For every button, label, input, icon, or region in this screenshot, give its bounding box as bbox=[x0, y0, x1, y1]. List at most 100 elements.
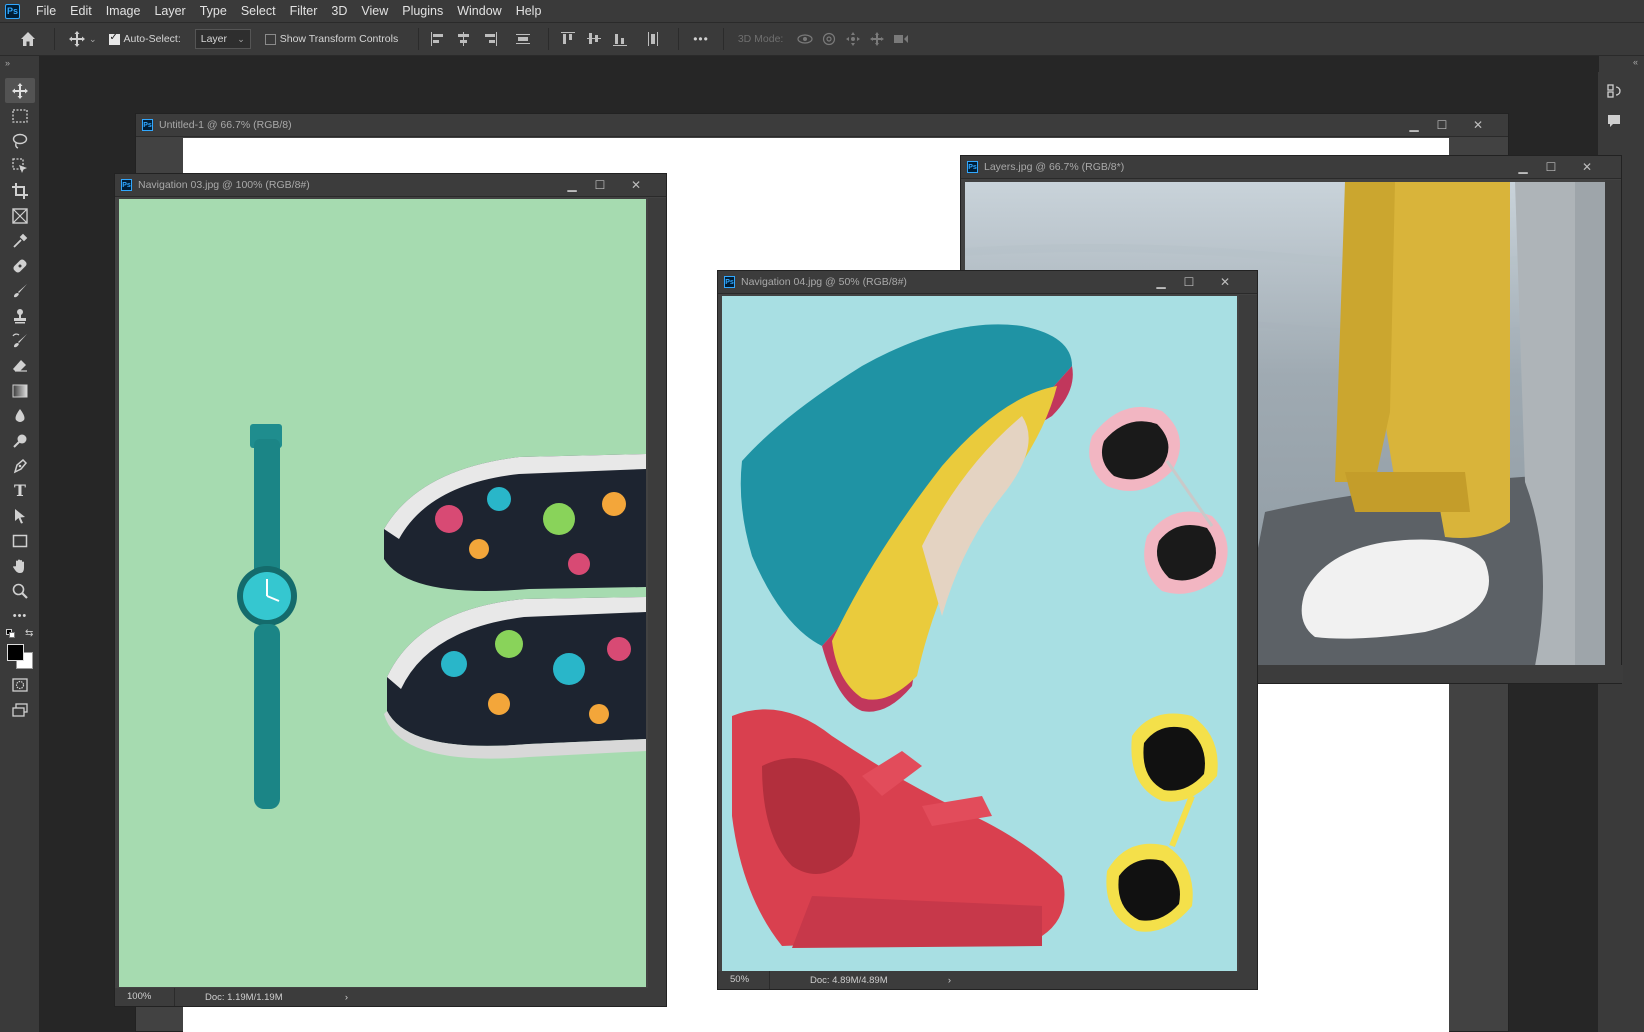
move-tool-icon[interactable] bbox=[67, 29, 87, 49]
close-window-icon[interactable]: ✕ bbox=[1203, 275, 1247, 289]
collapse-panels-icon[interactable]: « bbox=[1633, 57, 1638, 67]
hand-tool-icon[interactable] bbox=[5, 553, 35, 578]
auto-select-target-dropdown[interactable]: Layer ⌄ bbox=[194, 29, 251, 49]
foreground-color-swatch[interactable] bbox=[7, 644, 24, 661]
blur-tool-icon[interactable] bbox=[5, 403, 35, 428]
document-titlebar[interactable]: Ps Navigation 04.jpg @ 50% (RGB/8#) ▁ ☐ … bbox=[718, 271, 1257, 294]
status-menu-chevron-right-icon[interactable]: › bbox=[948, 975, 957, 986]
comments-panel-icon[interactable] bbox=[1603, 110, 1625, 132]
divider bbox=[678, 28, 680, 50]
vertical-scrollbar[interactable] bbox=[1239, 295, 1257, 971]
close-window-icon[interactable]: ✕ bbox=[1456, 118, 1500, 132]
menu-image[interactable]: Image bbox=[100, 4, 149, 18]
rectangle-tool-icon[interactable] bbox=[5, 528, 35, 553]
align-top-edges-icon[interactable] bbox=[560, 31, 576, 47]
tool-preset-chevron-down-icon[interactable]: ⌄ bbox=[89, 34, 97, 45]
history-panel-icon[interactable] bbox=[1603, 80, 1625, 102]
menu-help[interactable]: Help bbox=[510, 4, 550, 18]
crop-tool-icon[interactable] bbox=[5, 178, 35, 203]
move-tool-icon[interactable] bbox=[5, 78, 35, 103]
show-transform-controls-checkbox[interactable] bbox=[264, 33, 276, 45]
align-horizontal-centers-icon[interactable] bbox=[456, 31, 472, 47]
spot-healing-brush-tool-icon[interactable] bbox=[5, 253, 35, 278]
distribute-vertically-icon[interactable] bbox=[515, 31, 531, 47]
document-title: Untitled-1 @ 66.7% (RGB/8) bbox=[159, 119, 292, 131]
document-titlebar[interactable]: Ps Layers.jpg @ 66.7% (RGB/8*) ▁ ☐ ✕ bbox=[961, 156, 1621, 179]
more-options-icon[interactable]: ••• bbox=[693, 32, 709, 46]
close-window-icon[interactable]: ✕ bbox=[614, 178, 658, 192]
divider bbox=[548, 28, 550, 50]
navigation-04-image[interactable] bbox=[722, 296, 1237, 971]
maximize-window-icon[interactable]: ☐ bbox=[586, 178, 614, 192]
rectangular-marquee-tool-icon[interactable] bbox=[5, 103, 35, 128]
vertical-scrollbar[interactable] bbox=[1605, 180, 1621, 666]
pan-3d-camera-icon[interactable] bbox=[844, 30, 862, 48]
menu-type[interactable]: Type bbox=[194, 4, 235, 18]
default-colors-icon[interactable] bbox=[6, 629, 15, 638]
document-size-info: Doc: 4.89M/4.89M bbox=[810, 974, 888, 986]
show-transform-controls-toggle[interactable]: Show Transform Controls bbox=[264, 33, 398, 45]
vertical-scrollbar[interactable] bbox=[648, 198, 666, 988]
gradient-tool-icon[interactable] bbox=[5, 378, 35, 403]
lasso-tool-icon[interactable] bbox=[5, 128, 35, 153]
clone-stamp-tool-icon[interactable] bbox=[5, 303, 35, 328]
menu-3d[interactable]: 3D bbox=[325, 4, 355, 18]
menu-plugins[interactable]: Plugins bbox=[396, 4, 451, 18]
quick-mask-mode-icon[interactable] bbox=[5, 672, 35, 697]
swap-colors-icon[interactable]: ⇆ bbox=[25, 628, 33, 639]
maximize-window-icon[interactable]: ☐ bbox=[1428, 118, 1456, 132]
minimize-window-icon[interactable]: ▁ bbox=[558, 178, 586, 192]
auto-select-checkbox[interactable] bbox=[108, 32, 120, 45]
status-menu-chevron-right-icon[interactable]: › bbox=[345, 992, 354, 1003]
document-titlebar[interactable]: Ps Navigation 03.jpg @ 100% (RGB/8#) ▁ ☐… bbox=[115, 174, 666, 197]
menu-filter[interactable]: Filter bbox=[284, 4, 326, 18]
menu-select[interactable]: Select bbox=[235, 4, 284, 18]
eraser-tool-icon[interactable] bbox=[5, 353, 35, 378]
distribute-horizontally-icon[interactable] bbox=[645, 31, 661, 47]
menu-layer[interactable]: Layer bbox=[148, 4, 193, 18]
frame-tool-icon[interactable] bbox=[5, 203, 35, 228]
align-bottom-edges-icon[interactable] bbox=[612, 31, 628, 47]
path-selection-tool-icon[interactable] bbox=[5, 503, 35, 528]
zoom-tool-icon[interactable] bbox=[5, 578, 35, 603]
orbit-3d-camera-icon[interactable] bbox=[796, 30, 814, 48]
roll-3d-camera-icon[interactable] bbox=[820, 30, 838, 48]
edit-toolbar-icon[interactable]: ••• bbox=[5, 603, 35, 628]
home-icon[interactable] bbox=[18, 29, 38, 49]
document-titlebar[interactable]: Ps Untitled-1 @ 66.7% (RGB/8) ▁ ☐ ✕ bbox=[136, 114, 1508, 137]
auto-select-toggle[interactable]: Auto-Select: bbox=[108, 32, 181, 45]
dolly-3d-camera-icon[interactable] bbox=[892, 30, 910, 48]
minimize-window-icon[interactable]: ▁ bbox=[1147, 275, 1175, 289]
maximize-window-icon[interactable]: ☐ bbox=[1537, 160, 1565, 174]
menu-file[interactable]: File bbox=[30, 4, 64, 18]
zoom-level[interactable]: 100% bbox=[115, 988, 175, 1006]
pen-tool-icon[interactable] bbox=[5, 453, 35, 478]
chevron-down-icon: ⌄ bbox=[237, 33, 245, 44]
photoshop-document-icon: Ps bbox=[967, 161, 978, 173]
minimize-window-icon[interactable]: ▁ bbox=[1509, 160, 1537, 174]
color-swatches: ⇆ bbox=[5, 628, 35, 672]
type-tool-icon[interactable]: T bbox=[5, 478, 35, 503]
navigation-03-image[interactable] bbox=[119, 199, 646, 987]
maximize-window-icon[interactable]: ☐ bbox=[1175, 275, 1203, 289]
menu-window[interactable]: Window bbox=[451, 4, 509, 18]
history-brush-tool-icon[interactable] bbox=[5, 328, 35, 353]
collapse-toolbar-icon[interactable]: » bbox=[0, 56, 39, 70]
brush-tool-icon[interactable] bbox=[5, 278, 35, 303]
object-selection-tool-icon[interactable] bbox=[5, 153, 35, 178]
menu-edit[interactable]: Edit bbox=[64, 4, 100, 18]
slide-3d-camera-icon[interactable] bbox=[868, 30, 886, 48]
align-right-edges-icon[interactable] bbox=[482, 31, 498, 47]
align-left-edges-icon[interactable] bbox=[430, 31, 446, 47]
change-screen-mode-icon[interactable] bbox=[5, 697, 35, 722]
options-bar: ⌄ Auto-Select: Layer ⌄ Show Transform Co… bbox=[0, 22, 1644, 56]
document-window-navigation-04[interactable]: Ps Navigation 04.jpg @ 50% (RGB/8#) ▁ ☐ … bbox=[717, 270, 1258, 990]
document-window-navigation-03[interactable]: Ps Navigation 03.jpg @ 100% (RGB/8#) ▁ ☐… bbox=[114, 173, 667, 1007]
eyedropper-tool-icon[interactable] bbox=[5, 228, 35, 253]
minimize-window-icon[interactable]: ▁ bbox=[1400, 118, 1428, 132]
close-window-icon[interactable]: ✕ bbox=[1565, 160, 1609, 174]
align-vertical-centers-icon[interactable] bbox=[586, 31, 602, 47]
dodge-tool-icon[interactable] bbox=[5, 428, 35, 453]
zoom-level[interactable]: 50% bbox=[718, 971, 770, 989]
menu-view[interactable]: View bbox=[355, 4, 396, 18]
